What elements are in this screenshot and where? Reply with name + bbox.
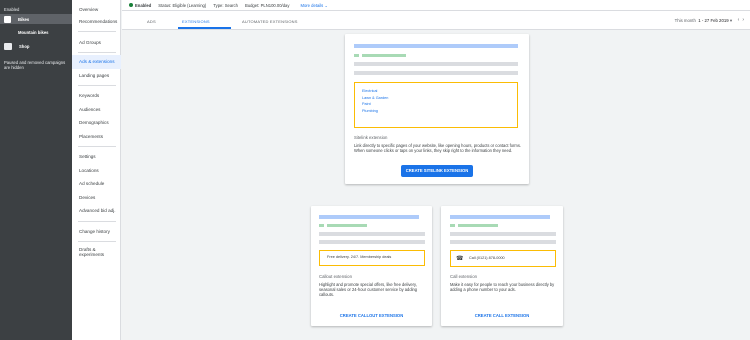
nav-change-history[interactable]: Change history <box>72 229 121 234</box>
nav-ad-groups[interactable]: Ad Groups <box>72 40 121 45</box>
sitelink-description: Link directly to specific pages of your … <box>354 143 522 154</box>
nav-divider <box>78 31 116 32</box>
nav-divider <box>78 221 116 222</box>
tab-extensions[interactable]: EXTENSIONS <box>182 19 210 24</box>
date-range-value: 1 - 27 Feb 2019 <box>698 18 729 23</box>
active-tab-indicator <box>178 27 231 29</box>
sitelink-extension-card: Electrical Lawn & Garden Paint Plumbing … <box>345 34 529 184</box>
date-range-picker[interactable]: This month 1 - 27 Feb 2019 ▾ <box>675 18 732 24</box>
date-range-label: This month <box>674 18 696 23</box>
nav-devices[interactable]: Devices <box>72 195 121 200</box>
campaign-budget: Budget: PLN100.00/day <box>244 2 290 8</box>
callout-title: Callout extension <box>319 274 352 279</box>
nav-demographics[interactable]: Demographics <box>72 120 121 125</box>
preview-url <box>327 224 367 227</box>
call-preview: ☎ Call (0121) 878-0000 <box>450 250 556 267</box>
preview-ad-badge <box>450 224 455 227</box>
more-details-link[interactable]: More details ⌄ <box>300 3 328 8</box>
sitelink-preview-item: Plumbing <box>362 108 378 113</box>
call-title: Call extension <box>450 274 477 279</box>
tabs-bar: ADS EXTENSIONS AUTOMATED EXTENSIONS This… <box>122 11 750 30</box>
campaign-icon <box>4 15 11 23</box>
nav-divider <box>78 241 116 242</box>
nav-recommendations[interactable]: Recommendations <box>72 19 121 24</box>
create-sitelink-extension-button[interactable]: CREATE SITELINK EXTENSION <box>401 165 473 177</box>
callout-description: Highlight and promote special offers, li… <box>319 282 418 298</box>
campaign-rail: Enabled Bikes Mountain bikes Shop Paused… <box>0 0 72 340</box>
create-callout-extension-button[interactable]: CREATE CALLOUT EXTENSION <box>311 313 432 318</box>
nav-divider <box>78 85 116 86</box>
preview-line <box>319 240 425 244</box>
preview-line <box>450 240 556 244</box>
campaign-status-bar: Enabled Status: Eligible (Learning) Type… <box>122 0 750 11</box>
call-preview-number: Call (0121) 878-0000 <box>469 256 505 260</box>
preview-line <box>354 62 518 66</box>
preview-headline <box>319 215 419 219</box>
chevron-right-icon[interactable]: › <box>742 17 747 23</box>
nav-drafts-experiments[interactable]: Drafts & experiments <box>72 247 112 258</box>
nav-locations[interactable]: Locations <box>72 168 121 173</box>
preview-url <box>458 224 498 227</box>
nav-divider <box>78 146 116 147</box>
nav-keywords[interactable]: Keywords <box>72 93 121 98</box>
enabled-filter-label: Enabled <box>4 7 20 12</box>
adgroup-item-mountain-bikes[interactable]: Mountain bikes <box>18 30 48 35</box>
call-description: Make it easy for people to reach your bu… <box>450 282 555 293</box>
tab-automated-extensions[interactable]: AUTOMATED EXTENSIONS <box>242 19 298 24</box>
sitelinks-preview: Electrical Lawn & Garden Paint Plumbing <box>354 82 518 128</box>
enabled-status[interactable]: Enabled <box>135 3 151 8</box>
tab-ads[interactable]: ADS <box>147 19 156 24</box>
nav-divider <box>78 52 116 53</box>
caret-down-icon: ▾ <box>729 18 732 23</box>
preview-ad-badge <box>354 54 359 57</box>
campaign-label: Shop <box>19 44 30 49</box>
date-nav: ‹› <box>738 17 747 23</box>
callout-extension-card: Free delivery. 24/7. Membership deals Ca… <box>311 206 432 326</box>
nav-ads-extensions[interactable]: Ads & extensions <box>72 55 121 69</box>
campaign-item-shop[interactable]: Shop <box>0 42 72 51</box>
campaign-type: Type: Search <box>213 2 238 8</box>
chevron-down-icon: ⌄ <box>324 2 328 8</box>
preview-headline <box>354 44 518 48</box>
nav-overview[interactable]: Overview <box>72 7 121 12</box>
hidden-campaigns-note: Paused and removed campaigns are hidden <box>4 60 66 70</box>
enabled-status-icon <box>129 3 133 7</box>
campaign-item-bikes[interactable]: Bikes <box>0 14 72 24</box>
nav-advanced-bid-adj[interactable]: Advanced bid adj. <box>72 208 121 213</box>
preview-line <box>319 232 425 236</box>
preview-url <box>362 54 406 57</box>
shopping-icon <box>4 43 12 50</box>
nav-settings[interactable]: Settings <box>72 154 121 159</box>
preview-ad-badge <box>319 224 324 227</box>
nav-ad-schedule[interactable]: Ad schedule <box>72 181 121 186</box>
create-call-extension-button[interactable]: CREATE CALL EXTENSION <box>441 313 563 318</box>
nav-landing-pages[interactable]: Landing pages <box>72 73 121 78</box>
page-menu: Overview Recommendations Ad Groups Ads &… <box>72 0 121 340</box>
call-extension-card: ☎ Call (0121) 878-0000 Call extension Ma… <box>441 206 563 326</box>
nav-audiences[interactable]: Audiences <box>72 107 121 112</box>
preview-line <box>450 232 556 236</box>
sitelink-title: Sitelink extension <box>354 135 388 140</box>
campaign-status: Status: Eligible (Learning) <box>158 2 207 8</box>
callout-preview: Free delivery. 24/7. Membership deals <box>319 250 425 266</box>
preview-headline <box>450 215 550 219</box>
nav-placements[interactable]: Placements <box>72 134 121 139</box>
campaign-label: Bikes <box>18 16 30 22</box>
phone-icon: ☎ <box>456 256 464 262</box>
preview-line <box>354 71 518 75</box>
